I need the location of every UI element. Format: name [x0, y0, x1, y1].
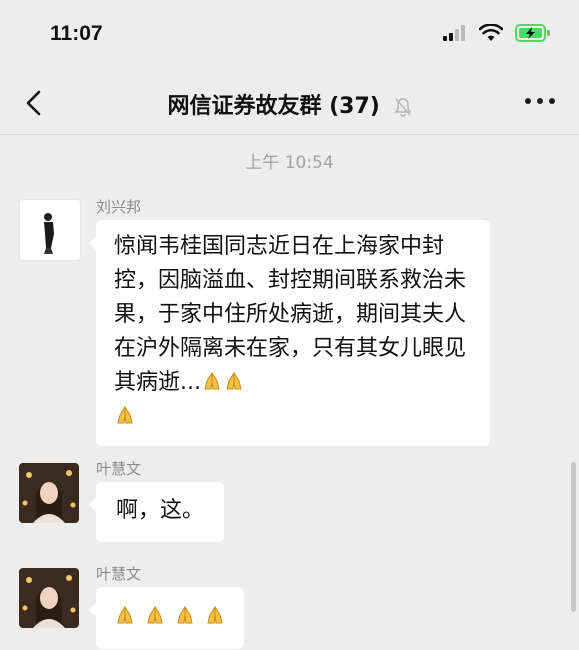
chat-header: 网信证券故友群 (37) [0, 72, 579, 135]
message-bubble[interactable]: 啊，这。 [88, 482, 225, 542]
chat-title: 网信证券故友群 (37) [167, 94, 380, 119]
pray-emoji-icon [114, 604, 136, 629]
mute-bell-icon [394, 98, 411, 117]
message-text: 惊闻韦桂国同志近日在上海家中封控，因脑溢血、封控期间联系救治未果，于家中住所处病… [114, 234, 467, 395]
battery-charging-icon [515, 24, 550, 42]
chat-title-wrap: 网信证券故友群 (37) [0, 88, 579, 120]
avatar-portrait-icon [19, 463, 79, 523]
status-bar: 11:07 [0, 0, 579, 72]
message-bubble[interactable]: 惊闻韦桂国同志近日在上海家中封控，因脑溢血、封控期间联系救治未果，于家中住所处病… [89, 220, 490, 446]
avatar[interactable] [19, 568, 79, 628]
pray-emoji-icon [174, 604, 196, 629]
avatar[interactable] [19, 199, 81, 261]
chat-timestamp: 上午 10:54 [245, 153, 334, 173]
sender-name: 刘兴邦 [96, 198, 142, 216]
message-text: 啊，这。 [116, 498, 205, 523]
status-icons [443, 24, 551, 42]
avatar[interactable] [19, 463, 79, 523]
signal-icon [443, 25, 465, 41]
avatar-portrait-icon [19, 568, 79, 628]
sender-name: 叶慧文 [96, 565, 142, 583]
pray-emoji-icon [223, 370, 245, 395]
scrollbar[interactable] [571, 462, 576, 612]
pray-emoji-icon [114, 404, 136, 429]
pray-emoji-icon [144, 604, 166, 629]
pray-emoji-icon [204, 604, 226, 629]
message-bubble[interactable] [89, 587, 244, 649]
pray-emoji-icon [201, 370, 223, 395]
sender-name: 叶慧文 [96, 460, 142, 478]
avatar-figure-icon [44, 213, 54, 254]
status-time: 11:07 [50, 22, 103, 45]
wifi-icon [479, 24, 503, 41]
more-icon[interactable] [525, 98, 555, 104]
